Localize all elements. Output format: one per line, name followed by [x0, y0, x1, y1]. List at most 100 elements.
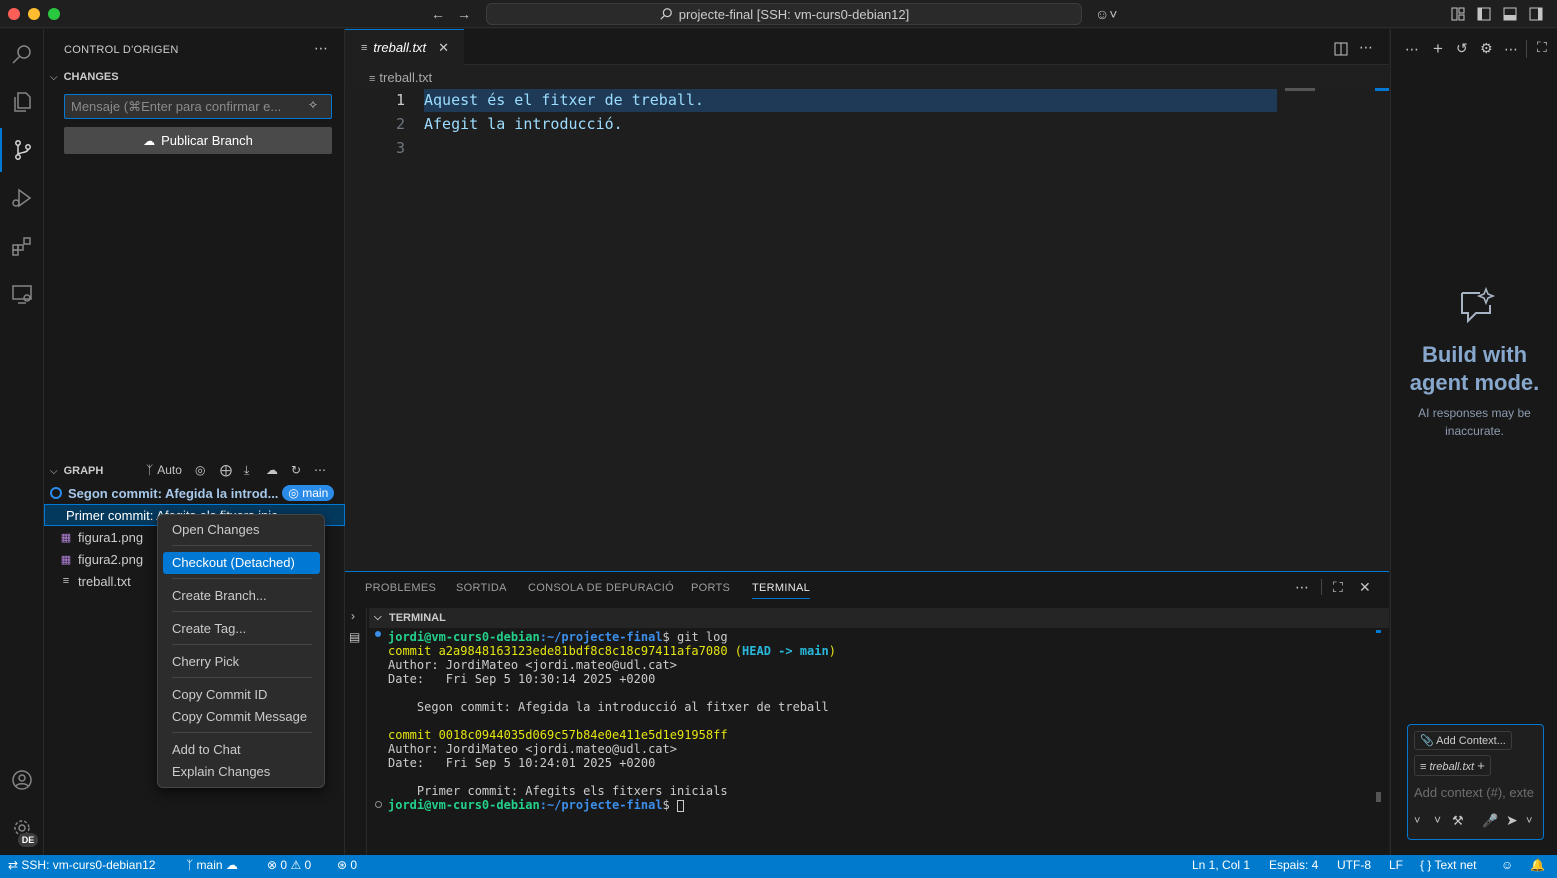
- minimap[interactable]: [1285, 88, 1315, 91]
- code-editor[interactable]: 1 Aquest és el fitxer de treball. 2 Afeg…: [345, 88, 1389, 570]
- problems-indicator[interactable]: ⊗ 0 ⚠ 0: [267, 858, 311, 872]
- pull-icon[interactable]: ⤓: [244, 463, 249, 478]
- model-dropdown-icon[interactable]: ˅: [1434, 813, 1441, 827]
- command-pending-dot: [375, 801, 382, 808]
- notifications-bell-icon[interactable]: 🔔: [1530, 858, 1545, 872]
- tab-debug-console[interactable]: CONSOLA DE DEPURACIÓ: [528, 582, 674, 594]
- activity-source-control[interactable]: [0, 128, 44, 172]
- copilot-status-icon[interactable]: ☺: [1501, 858, 1513, 872]
- encoding[interactable]: UTF-8: [1337, 858, 1371, 872]
- tools-icon[interactable]: ⚒: [1452, 813, 1464, 829]
- source-control-icon: [15, 140, 31, 160]
- microphone-icon[interactable]: 🎤: [1482, 813, 1498, 829]
- gear-icon[interactable]: ⚙: [1480, 40, 1493, 57]
- menu-item-create-tag[interactable]: Create Tag...: [163, 618, 320, 640]
- activity-extensions[interactable]: [0, 224, 44, 268]
- toggle-primary-sidebar-icon[interactable]: [1477, 7, 1491, 21]
- maximize-chat-icon[interactable]: ⛶: [1537, 39, 1547, 56]
- chat-input-box[interactable]: 📎 Add Context... ≡ treball.txt + Add con…: [1407, 724, 1544, 840]
- graph-branch-filter[interactable]: ᛉ Auto: [146, 463, 182, 477]
- panel-more-icon[interactable]: ⋯: [1295, 579, 1309, 596]
- editor-more-icon[interactable]: ⋯: [1359, 39, 1373, 56]
- cloud-upload-icon: ☁: [143, 133, 156, 148]
- tab-treball-txt[interactable]: ≡ treball.txt ✕: [345, 29, 464, 65]
- indentation[interactable]: Espais: 4: [1269, 858, 1318, 872]
- activity-explorer[interactable]: [0, 80, 44, 124]
- send-icon[interactable]: ➤: [1506, 812, 1518, 829]
- close-icon[interactable]: ✕: [438, 40, 449, 56]
- terminal-line: Segon commit: Afegida la introducció al …: [388, 700, 829, 714]
- copilot-icon[interactable]: ☺˅: [1095, 5, 1117, 23]
- target-icon[interactable]: ◎: [195, 463, 205, 477]
- changes-section-header[interactable]: ⌵ CHANGES: [50, 71, 119, 83]
- tab-output[interactable]: SORTIDA: [456, 582, 507, 594]
- command-center-search[interactable]: projecte-final [SSH: vm-curs0-debian12]: [486, 3, 1082, 25]
- chat-overflow-icon[interactable]: ⋯: [1504, 41, 1518, 58]
- menu-item-cherry-pick[interactable]: Cherry Pick: [163, 651, 320, 673]
- image-file-icon: ▦: [60, 553, 72, 566]
- language-mode[interactable]: { } Text net: [1420, 858, 1477, 872]
- activity-search[interactable]: [0, 32, 44, 76]
- forward-arrow-icon[interactable]: →: [457, 5, 471, 23]
- code-line[interactable]: Aquest és el fitxer de treball.: [424, 88, 704, 112]
- terminal-scrollbar[interactable]: [1376, 792, 1381, 802]
- graph-more-icon[interactable]: ⋯: [314, 463, 326, 477]
- customize-layout-icon[interactable]: [1451, 7, 1465, 21]
- remote-indicator[interactable]: ⇄ SSH: vm-curs0-debian12: [8, 858, 155, 872]
- cursor-position[interactable]: Ln 1, Col 1: [1192, 858, 1250, 872]
- toggle-panel-icon[interactable]: [1503, 7, 1517, 21]
- activity-remote-explorer[interactable]: [0, 272, 44, 316]
- terminal-header[interactable]: ⌵ TERMINAL: [369, 608, 1389, 628]
- tab-problems[interactable]: PROBLEMES: [365, 582, 436, 594]
- terminal-list-icon[interactable]: ▤: [349, 630, 360, 644]
- ports-indicator[interactable]: ⊛ 0: [337, 858, 357, 872]
- chat-more-icon[interactable]: ⋯: [1405, 41, 1419, 58]
- tab-ports[interactable]: PORTS: [691, 582, 730, 594]
- breadcrumb-file[interactable]: treball.txt: [379, 70, 432, 85]
- fetch-icon[interactable]: ⨁: [220, 463, 232, 477]
- branch-indicator[interactable]: ᛉ main ☁: [186, 858, 238, 872]
- terminal-prompt-line[interactable]: jordi@vm-curs0-debian:~/projecte-final$: [388, 798, 684, 812]
- back-arrow-icon[interactable]: ←: [431, 5, 445, 23]
- close-window-button[interactable]: [8, 8, 20, 20]
- toggle-secondary-sidebar-icon[interactable]: [1529, 7, 1543, 21]
- push-cloud-icon[interactable]: ☁: [266, 463, 278, 477]
- activity-accounts[interactable]: [0, 758, 44, 802]
- menu-item-create-branch[interactable]: Create Branch...: [163, 585, 320, 607]
- menu-item-explain-changes[interactable]: Explain Changes: [163, 761, 320, 783]
- graph-section-header[interactable]: ⌵ GRAPH: [50, 465, 103, 477]
- more-actions-icon[interactable]: ⋯: [314, 40, 328, 57]
- code-line[interactable]: Afegit la introducció.: [424, 112, 623, 136]
- send-options-icon[interactable]: ˅: [1526, 815, 1532, 827]
- menu-item-add-to-chat[interactable]: Add to Chat: [163, 739, 320, 761]
- language-label: Text net: [1434, 858, 1477, 872]
- close-panel-icon[interactable]: ✕: [1359, 579, 1371, 596]
- text-file-icon: ≡: [62, 575, 70, 587]
- end-of-line[interactable]: LF: [1389, 858, 1403, 872]
- menu-item-copy-commit-id[interactable]: Copy Commit ID: [163, 684, 320, 706]
- changes-header-label: CHANGES: [63, 71, 119, 83]
- minimize-window-button[interactable]: [28, 8, 40, 20]
- mode-dropdown-icon[interactable]: ˅: [1414, 815, 1420, 827]
- chat-input-placeholder[interactable]: Add context (#), exte: [1414, 785, 1540, 800]
- add-icon[interactable]: +: [1477, 758, 1485, 773]
- graph-commit-row[interactable]: Segon commit: Afegida la introd... ◎ mai…: [44, 482, 345, 504]
- history-icon[interactable]: ↺: [1456, 40, 1468, 57]
- tab-terminal[interactable]: TERMINAL: [752, 582, 811, 599]
- context-file-chip[interactable]: ≡ treball.txt +: [1414, 755, 1491, 776]
- maximize-window-button[interactable]: [48, 8, 60, 20]
- add-context-button[interactable]: 📎 Add Context...: [1414, 731, 1512, 750]
- menu-item-checkout-detached[interactable]: Checkout (Detached): [163, 552, 320, 574]
- chevron-right-icon[interactable]: ›: [351, 609, 355, 623]
- commit-message-input[interactable]: Mensaje (⌘Enter para confirmar e...: [64, 94, 332, 119]
- menu-item-copy-commit-message[interactable]: Copy Commit Message: [163, 706, 320, 728]
- maximize-panel-icon[interactable]: ⛶: [1333, 579, 1343, 596]
- menu-item-open-changes[interactable]: Open Changes: [163, 519, 320, 541]
- split-editor-icon[interactable]: [1334, 42, 1348, 56]
- activity-run-debug[interactable]: [0, 176, 44, 220]
- sparkle-icon[interactable]: ✧: [308, 98, 318, 112]
- new-chat-icon[interactable]: +: [1433, 39, 1443, 59]
- scrollbar-marker: [1375, 88, 1389, 91]
- publish-branch-button[interactable]: ☁ Publicar Branch: [64, 127, 332, 154]
- refresh-icon[interactable]: ↻: [291, 463, 301, 477]
